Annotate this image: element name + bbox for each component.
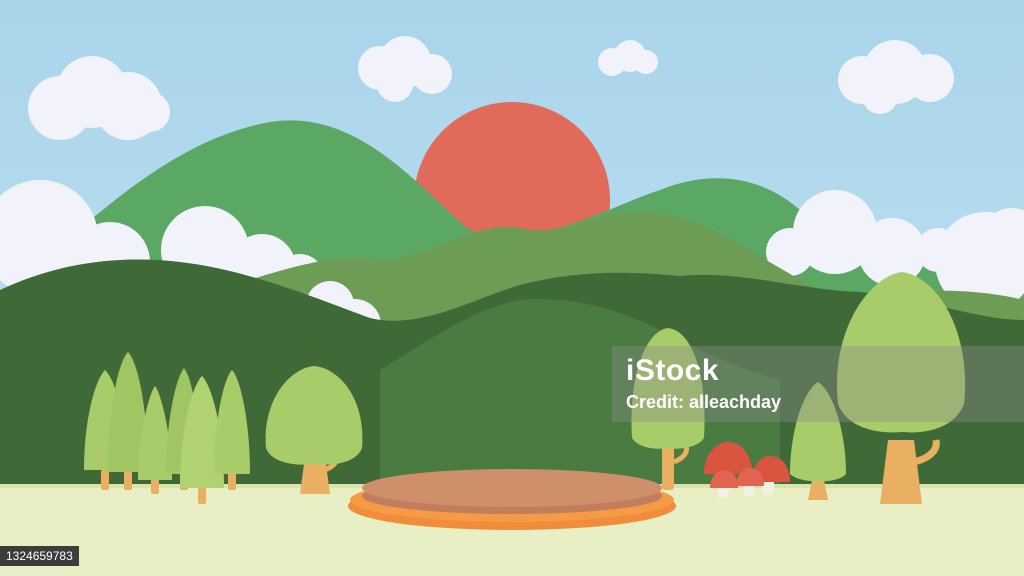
watermark-brand: iStock (626, 354, 720, 387)
watermark-credit: Credit: alleachday (626, 392, 782, 412)
forest-scene (0, 0, 1024, 576)
watermark: iStock Credit: alleachday (612, 346, 1024, 422)
image-id-label: 1324659783 (0, 546, 79, 566)
podium-icon (348, 469, 676, 530)
illustration-stage: iStock Credit: alleachday 1324659783 (0, 0, 1024, 576)
